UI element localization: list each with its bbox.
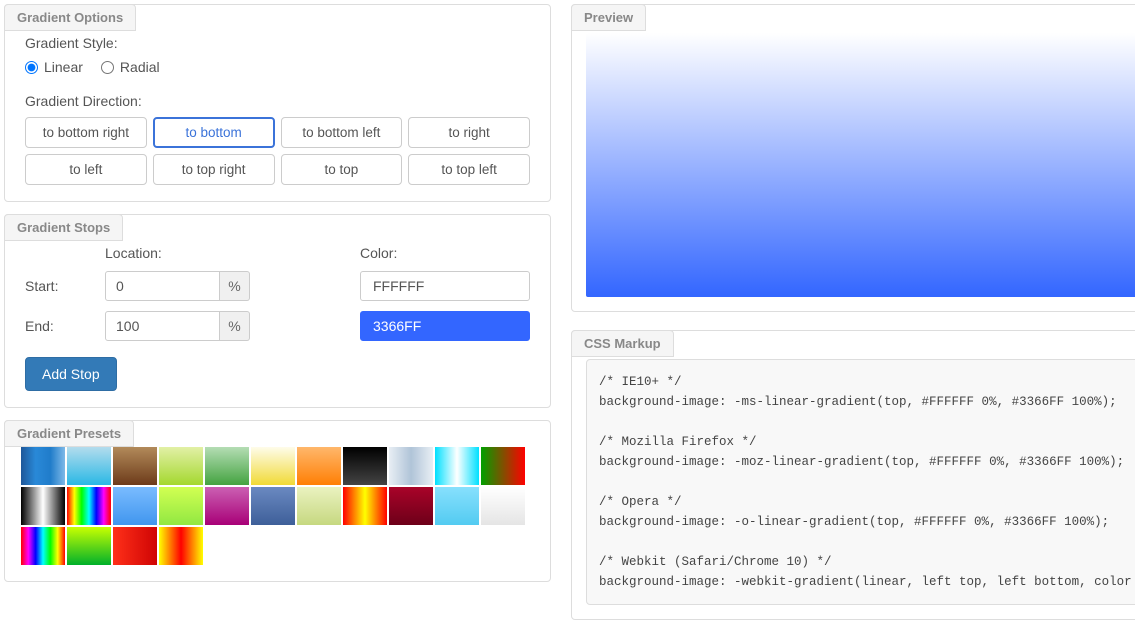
preset-swatch[interactable] — [159, 527, 203, 565]
gradient-stops-panel: Gradient Stops Location: Color: Start:% F… — [4, 214, 551, 408]
preset-swatch[interactable] — [297, 487, 341, 525]
stop-color-input[interactable]: FFFFFF — [360, 271, 530, 301]
css-output[interactable]: /* IE10+ */ background-image: -ms-linear… — [586, 359, 1135, 605]
preset-swatch[interactable] — [481, 487, 525, 525]
preset-swatch[interactable] — [481, 447, 525, 485]
preset-swatch[interactable] — [343, 447, 387, 485]
preset-swatch[interactable] — [113, 527, 157, 565]
preset-swatch[interactable] — [389, 487, 433, 525]
direction-to-top[interactable]: to top — [281, 154, 403, 185]
style-label: Gradient Style: — [25, 35, 530, 51]
panel-title: Preview — [571, 4, 646, 31]
stop-label: Start: — [25, 278, 105, 294]
stop-location-input[interactable] — [105, 311, 220, 341]
direction-to-bottom-right[interactable]: to bottom right — [25, 117, 147, 148]
preset-swatch[interactable] — [113, 447, 157, 485]
direction-to-right[interactable]: to right — [408, 117, 530, 148]
stop-location-input[interactable] — [105, 271, 220, 301]
preset-swatch[interactable] — [67, 527, 111, 565]
direction-to-bottom-left[interactable]: to bottom left — [281, 117, 403, 148]
panel-title: Gradient Stops — [4, 214, 123, 241]
preset-swatch[interactable] — [343, 487, 387, 525]
preset-swatch[interactable] — [435, 447, 479, 485]
preset-swatch[interactable] — [67, 487, 111, 525]
style-radial-option[interactable]: Radial — [101, 59, 160, 75]
add-stop-button[interactable]: Add Stop — [25, 357, 117, 391]
percent-addon: % — [220, 311, 250, 341]
preset-swatch[interactable] — [251, 447, 295, 485]
preset-swatch[interactable] — [205, 447, 249, 485]
style-linear-radio[interactable] — [25, 61, 38, 74]
preset-swatch[interactable] — [159, 487, 203, 525]
css-markup-panel: CSS Markup /* IE10+ */ background-image:… — [571, 330, 1135, 620]
style-radial-radio[interactable] — [101, 61, 114, 74]
preset-swatch[interactable] — [21, 447, 65, 485]
preset-swatch[interactable] — [435, 487, 479, 525]
preset-swatch[interactable] — [389, 447, 433, 485]
direction-to-top-right[interactable]: to top right — [153, 154, 275, 185]
preset-swatch[interactable] — [67, 447, 111, 485]
panel-title: Gradient Options — [4, 4, 136, 31]
preset-swatch[interactable] — [159, 447, 203, 485]
direction-to-top-left[interactable]: to top left — [408, 154, 530, 185]
preview-box — [586, 33, 1135, 297]
preset-swatch[interactable] — [297, 447, 341, 485]
direction-to-left[interactable]: to left — [25, 154, 147, 185]
direction-label: Gradient Direction: — [25, 93, 530, 109]
panel-title: CSS Markup — [571, 330, 674, 357]
preset-swatch[interactable] — [21, 487, 65, 525]
preset-swatch[interactable] — [251, 487, 295, 525]
gradient-presets-panel: Gradient Presets — [4, 420, 551, 582]
preset-swatch[interactable] — [205, 487, 249, 525]
color-header: Color: — [360, 245, 530, 261]
stop-label: End: — [25, 318, 105, 334]
percent-addon: % — [220, 271, 250, 301]
gradient-options-panel: Gradient Options Gradient Style: Linear … — [4, 4, 551, 202]
panel-title: Gradient Presets — [4, 420, 134, 447]
stop-color-input[interactable]: 3366FF — [360, 311, 530, 341]
preview-panel: Preview — [571, 4, 1135, 312]
direction-to-bottom[interactable]: to bottom — [153, 117, 275, 148]
preset-swatch[interactable] — [113, 487, 157, 525]
style-linear-option[interactable]: Linear — [25, 59, 83, 75]
location-header: Location: — [105, 245, 220, 261]
preset-swatch[interactable] — [21, 527, 65, 565]
